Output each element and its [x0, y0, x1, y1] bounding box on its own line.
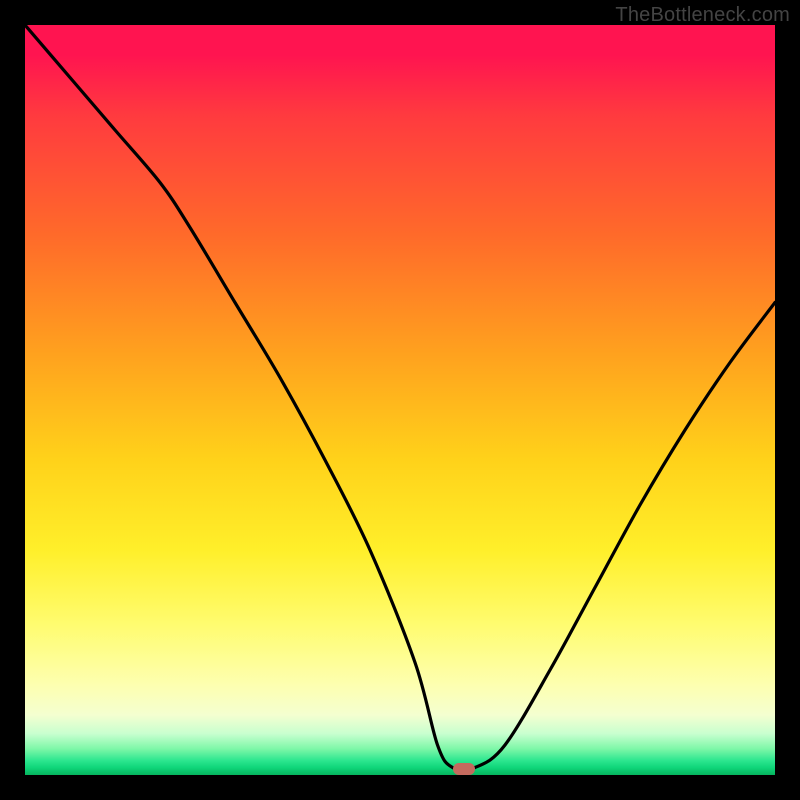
plot-area: [25, 25, 775, 775]
bottleneck-curve: [25, 25, 775, 775]
watermark-text: TheBottleneck.com: [615, 4, 790, 27]
chart-frame: TheBottleneck.com: [0, 0, 800, 800]
optimum-marker: [453, 763, 475, 775]
